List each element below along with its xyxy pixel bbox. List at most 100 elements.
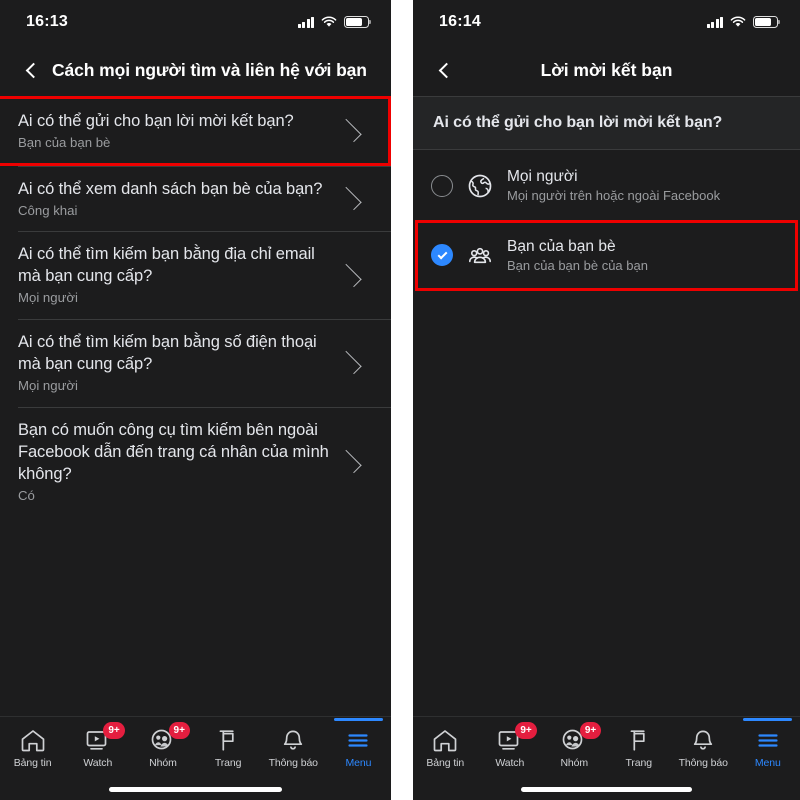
tab-menu[interactable]: Menu [326, 718, 391, 769]
section-header: Ai có thể gửi cho bạn lời mời kết bạn? [413, 96, 800, 150]
home-indicator [413, 778, 800, 800]
watch-video-icon: 9+ [84, 722, 125, 753]
tab-label: Trang [625, 757, 653, 769]
tab-label: Bảng tin [13, 757, 52, 769]
row-texts: Ai có thể tìm kiếm bạn bằng số điện thoạ… [18, 331, 339, 395]
cellular-bars-icon [297, 16, 314, 28]
tab-nhom[interactable]: 9+ Nhóm [542, 718, 607, 769]
row-title: Bạn có muốn công cụ tìm kiếm bên ngoài F… [18, 420, 329, 483]
option-title: Mọi người [507, 168, 578, 185]
page-title: Cách mọi người tìm và liên hệ với bạn [52, 59, 367, 80]
radio-selected-icon[interactable] [431, 244, 453, 267]
row-texts: Ai có thể tìm kiếm bạn bằng địa chỉ emai… [18, 243, 339, 307]
tab-nhom[interactable]: 9+ Nhóm [130, 718, 195, 769]
globe-icon [466, 172, 494, 200]
wifi-icon [321, 16, 337, 27]
active-tab-indicator [333, 718, 384, 721]
chevron-right-icon [338, 119, 362, 143]
left-phone-screen: 16:13 Cách mọi người tìm và liên hệ với … [0, 0, 391, 800]
navigation-header: Lời mời kết bạn [413, 44, 800, 96]
groups-icon: 9+ [560, 722, 602, 753]
status-clock: 16:14 [439, 13, 481, 30]
tab-label: Watch [83, 757, 113, 769]
row-texts: Ai có thể xem danh sách bạn bè của bạn? … [18, 178, 339, 220]
bottom-tab-bar[interactable]: Bảng tin 9+ Watch 9+ Nhóm Trang Thông bá… [0, 716, 391, 778]
row-texts: Ai có thể gửi cho bạn lời mời kết bạn? B… [18, 110, 339, 152]
tab-label: Bảng tin [426, 757, 465, 769]
comparison-stage: 16:13 Cách mọi người tìm và liên hệ với … [0, 0, 800, 800]
bell-icon [279, 728, 307, 753]
tab-bang-tin[interactable]: Bảng tin [413, 718, 478, 769]
row-value: Mọi người [18, 290, 78, 306]
flag-pages-icon [625, 728, 653, 753]
chevron-right-icon [338, 263, 362, 287]
tab-trang[interactable]: Trang [607, 718, 672, 769]
chevron-left-icon [438, 62, 454, 78]
watch-video-icon: 9+ [496, 722, 537, 753]
chevron-right-icon [338, 186, 362, 211]
tab-label: Thông báo [678, 757, 728, 769]
home-icon [19, 728, 47, 753]
option-texts: Bạn của bạn bè Bạn của bạn bè của bạn [507, 237, 784, 275]
option-subtitle: Bạn của bạn bè của bạn [507, 258, 648, 273]
friends-group-icon [466, 241, 494, 269]
checkmark-icon [437, 249, 447, 260]
row-value: Mọi người [18, 378, 78, 394]
tab-label: Menu [345, 757, 372, 769]
option-subtitle: Mọi người trên hoặc ngoài Facebook [507, 188, 721, 204]
row-value: Có [18, 487, 35, 503]
bottom-tab-bar[interactable]: Bảng tin 9+ Watch 9+ Nhóm Trang Thông bá… [413, 716, 800, 778]
page-title: Lời mời kết bạn [540, 59, 673, 80]
settings-list[interactable]: Ai có thể gửi cho bạn lời mời kết bạn? B… [0, 96, 391, 716]
battery-icon [344, 16, 371, 28]
row-value: Công khai [18, 202, 78, 218]
status-bar: 16:13 [0, 0, 391, 44]
settings-row-search-engine-link[interactable]: Bạn có muốn công cụ tìm kiếm bên ngoài F… [0, 406, 391, 517]
tab-label: Nhóm [149, 757, 177, 769]
settings-row-friend-list-visibility[interactable]: Ai có thể xem danh sách bạn bè của bạn? … [0, 165, 391, 232]
flag-pages-icon [214, 728, 242, 753]
chevron-right-icon [338, 351, 362, 375]
badge-count: 9+ [103, 722, 125, 739]
option-texts: Mọi người Mọi người trên hoặc ngoài Face… [507, 167, 784, 205]
tab-watch[interactable]: 9+ Watch [478, 718, 543, 769]
battery-icon [753, 16, 780, 28]
settings-row-friend-requests[interactable]: Ai có thể gửi cho bạn lời mời kết bạn? B… [0, 96, 391, 166]
row-title: Ai có thể tìm kiếm bạn bằng số điện thoạ… [18, 332, 317, 374]
status-icons [706, 16, 780, 28]
tab-trang[interactable]: Trang [196, 718, 261, 769]
cellular-bars-icon [706, 16, 723, 28]
chevron-left-icon [25, 62, 41, 78]
status-bar: 16:14 [413, 0, 800, 44]
tab-thong-bao[interactable]: Thông báo [261, 718, 326, 769]
panel-divider [391, 0, 413, 800]
option-title: Bạn của bạn bè [507, 237, 616, 255]
navigation-header: Cách mọi người tìm và liên hệ với bạn [0, 44, 391, 96]
wifi-icon [730, 16, 746, 27]
tab-menu[interactable]: Menu [736, 718, 800, 769]
tab-watch[interactable]: 9+ Watch [65, 718, 130, 769]
settings-row-phone-lookup[interactable]: Ai có thể tìm kiếm bạn bằng số điện thoạ… [0, 318, 391, 407]
tab-thong-bao[interactable]: Thông báo [671, 718, 736, 769]
home-indicator [0, 778, 391, 800]
option-moi-nguoi[interactable]: Mọi người Mọi người trên hoặc ngoài Face… [413, 156, 800, 216]
tab-bang-tin[interactable]: Bảng tin [0, 718, 65, 769]
back-button[interactable] [16, 55, 46, 85]
options-list[interactable]: Ai có thể gửi cho bạn lời mời kết bạn? M… [413, 96, 800, 716]
groups-icon: 9+ [149, 722, 190, 753]
row-title: Ai có thể gửi cho bạn lời mời kết bạn? [18, 112, 294, 130]
tab-label: Thông báo [268, 757, 318, 769]
tab-label: Trang [214, 757, 242, 769]
right-phone-screen: 16:14 Lời mời kết bạn Ai có thể gửi cho … [413, 0, 800, 800]
bell-icon [689, 728, 717, 753]
back-button[interactable] [429, 55, 459, 85]
tab-label: Menu [754, 757, 781, 769]
hamburger-menu-icon [344, 728, 372, 753]
badge-count: 9+ [168, 722, 190, 739]
active-tab-indicator [743, 718, 793, 721]
settings-row-email-lookup[interactable]: Ai có thể tìm kiếm bạn bằng địa chỉ emai… [0, 231, 391, 319]
option-ban-cua-ban-be[interactable]: Bạn của bạn bè Bạn của bạn bè của bạn [413, 219, 800, 292]
radio-unselected-icon[interactable] [431, 174, 453, 197]
status-icons [297, 16, 371, 28]
badge-count: 9+ [515, 722, 537, 739]
